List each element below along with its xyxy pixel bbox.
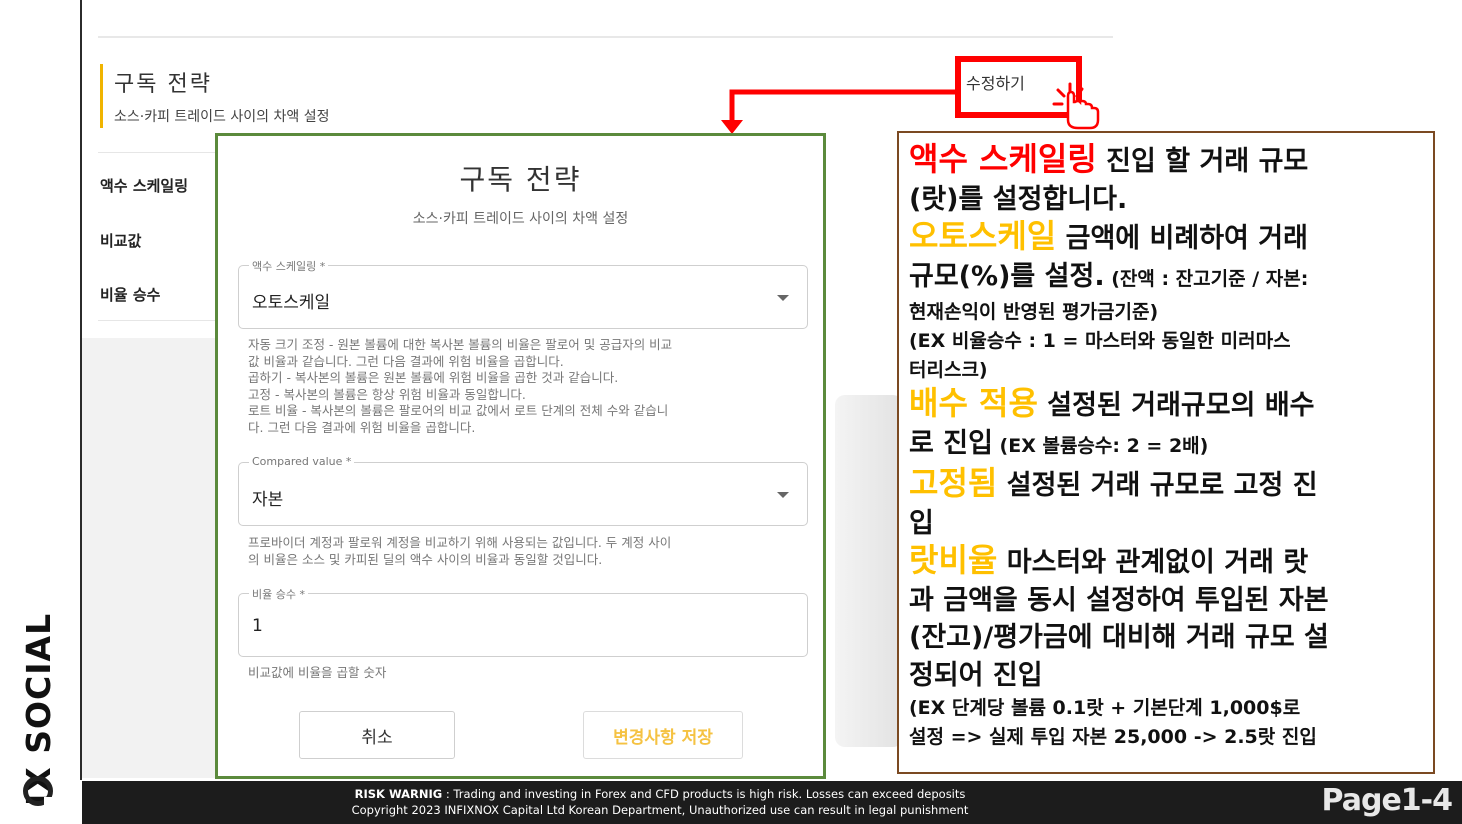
row-divider [98, 152, 218, 153]
help-line: 곱하기 - 복사본의 볼륨은 원본 볼륨에 위험 비율을 곱한 것과 같습니다. [248, 370, 619, 385]
note-line: 규모(%)를 설정. (잔액 : 잔고기준 / 자본: [909, 258, 1423, 299]
note-line: (랏)를 설정합니다. [909, 183, 1128, 215]
help-line: 의 비율은 소스 및 카피된 딜의 액수 사이의 비율과 동일할 것입니다. [248, 551, 603, 567]
note-line: 터리스크) [909, 359, 988, 381]
copyright-text: Copyright 2023 INFIXNOX Capital Ltd Kore… [351, 803, 969, 817]
field-value: 오토스케일 [252, 293, 331, 313]
keyword: 액수 스케일링 [909, 140, 1097, 178]
keyword: 고정됨 [909, 464, 998, 502]
amount-scaling-select[interactable]: 액수 스케일링 * 오토스케일 [238, 258, 808, 329]
chevron-down-icon[interactable] [777, 295, 789, 301]
section-subtitle: 소스·카피 트레이드 사이의 차액 설정 [114, 109, 330, 125]
ratio-multiplier-help: 비교값에 비율을 곱할 숫자 [248, 665, 778, 682]
field-value[interactable]: 1 [252, 616, 263, 636]
note-text: 규모(%)를 설정. [909, 260, 1105, 292]
note-line: 오토스케일 금액에 비례하여 거래 [909, 217, 1423, 258]
note-text: (EX 볼륨승수: 2 = 2배) [992, 434, 1209, 457]
brand-logo-block: IX SOCIAL [19, 576, 60, 806]
note-text: 금액에 비례하여 거래 [1056, 223, 1308, 254]
page-number: Page1-4 [1321, 783, 1453, 818]
subscription-strategy-modal: 구독 전략 소스·카피 트레이드 사이의 차액 설정 액수 스케일링 * 오토스… [215, 133, 826, 779]
note-text: (잔액 : 잔고기준 / 자본: [1104, 267, 1309, 290]
brand-circle-icon [23, 776, 54, 807]
slide: IX SOCIAL 구독 전략 소스·카피 트레이드 사이의 차액 설정 액수 … [0, 0, 1462, 824]
note-text: 마스터와 관계없이 거래 랏 [997, 547, 1309, 578]
keyword: 오토스케일 [909, 217, 1057, 255]
help-line: 값 비율과 같습니다. 그런 다음 결과에 위험 비율을 곱합니다. [248, 353, 564, 369]
compared-value-help: 프로바이더 계정과 팔로워 계정을 비교하기 위해 사용되는 값입니다. 두 계… [248, 535, 778, 568]
pointer-arrow [721, 89, 960, 134]
note-text: 로 진입 [909, 427, 993, 459]
help-line: 비교값에 비율을 곱할 숫자 [248, 665, 387, 680]
ratio-multiplier-input[interactable]: 비율 승수 * 1 [238, 586, 808, 657]
save-changes-button[interactable]: 변경사항 저장 [583, 711, 743, 759]
row-label-amount-scaling: 액수 스케일링 [100, 177, 189, 195]
compared-value-select[interactable]: Compared value * 자본 [238, 455, 808, 526]
note-line: 로 진입 (EX 볼륨승수: 2 = 2배) [909, 425, 1423, 466]
note-line: 랏비율 마스터와 관계없이 거래 랏 [909, 541, 1423, 582]
note-line: (EX 단계당 볼륨 0.1랏 + 기본단계 1,000$로 [909, 697, 1301, 719]
note-line: 과 금액을 동시 설정하여 투입된 자본 [909, 584, 1329, 616]
note-line: 현재손익이 반영된 평가금기준) [909, 301, 1159, 323]
note-line: 고정됨 설정된 거래 규모로 고정 진 [909, 464, 1423, 505]
footer-bar: RISK WARNIG : Trading and investing in F… [82, 781, 1462, 824]
click-hand-icon [1052, 82, 1100, 130]
help-line: 고정 - 복사본의 볼륨은 항상 위험 비율과 동일합니다. [248, 386, 526, 402]
field-label: Compared value * [249, 455, 355, 468]
background-device-image [835, 395, 903, 747]
cancel-button[interactable]: 취소 [299, 711, 455, 759]
note-line: (잔고)/평가금에 대비해 거래 규모 설 [909, 622, 1329, 653]
note-text: 진입 할 거래 규모 [1096, 146, 1309, 177]
field-value: 자본 [252, 490, 284, 510]
amount-scaling-help: 자동 크기 조정 - 원본 볼륨에 대한 복사본 볼륨의 비율은 팔로어 및 공… [248, 337, 778, 436]
help-line: 프로바이더 계정과 팔로워 계정을 비교하기 위해 사용되는 값입니다. 두 계… [248, 535, 672, 550]
help-line: 로트 비율 - 복사본의 볼륨은 팔로어의 비교 값에서 로트 단계의 전체 수… [248, 403, 669, 418]
section-accent-bar [100, 64, 103, 128]
keyword: 배수 적용 [909, 384, 1038, 422]
help-line: 다. 그런 다음 결과에 위험 비율을 곱합니다. [248, 419, 476, 435]
note-text: 설정된 거래규모의 배수 [1037, 390, 1315, 421]
note-line: 정되어 진입 [909, 659, 1043, 691]
note-text: 설정된 거래 규모로 고정 진 [997, 470, 1318, 501]
section-title: 구독 전략 [114, 72, 212, 97]
row-divider [98, 320, 218, 321]
risk-warning-text: : Trading and investing in Forex and CFD… [442, 787, 966, 801]
explanation-box: 액수 스케일링 진입 할 거래 규모 (랏)를 설정합니다. 오토스케일 금액에… [897, 131, 1435, 774]
risk-warning-label: RISK WARNIG [354, 787, 443, 801]
note-line: 입 [909, 507, 934, 539]
field-label: 액수 스케일링 * [249, 258, 329, 274]
note-line: 설정 => 실제 투입 자본 25,000 -> 2.5랏 진입 [909, 726, 1317, 748]
modal-title: 구독 전략 [459, 163, 582, 196]
row-label-compared-value: 비교값 [100, 232, 142, 250]
field-label: 비율 승수 * [249, 586, 308, 602]
note-line: 액수 스케일링 진입 할 거래 규모 [909, 140, 1423, 181]
keyword: 랏비율 [909, 541, 998, 579]
modal-subtitle: 소스·카피 트레이드 사이의 차액 설정 [412, 211, 629, 227]
row-label-ratio-multiplier: 비율 승수 [100, 286, 161, 304]
risk-warning: RISK WARNIG : Trading and investing in F… [82, 787, 1238, 801]
help-line: 자동 크기 조정 - 원본 볼륨에 대한 복사본 볼륨의 비율은 팔로어 및 공… [248, 337, 673, 352]
card-background-panel [82, 338, 217, 778]
note-line: (EX 비율승수 : 1 = 마스터와 동일한 미러마스 [909, 330, 1291, 352]
note-line: 배수 적용 설정된 거래규모의 배수 [909, 384, 1423, 425]
chevron-down-icon[interactable] [777, 492, 789, 498]
